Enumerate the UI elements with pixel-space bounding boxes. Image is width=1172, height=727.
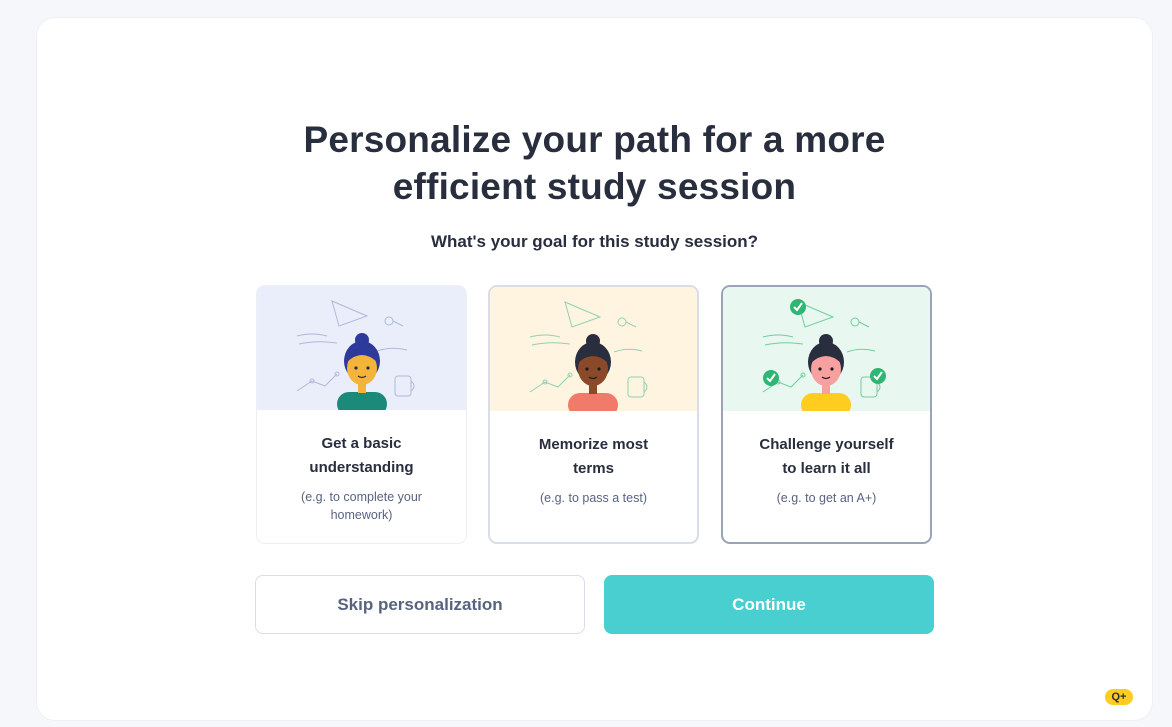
continue-button[interactable]: Continue xyxy=(604,575,934,634)
check-icon xyxy=(763,370,779,386)
student-illustration xyxy=(257,286,466,410)
student-illustration xyxy=(723,287,930,411)
check-icon xyxy=(870,368,886,384)
option-example: (e.g. to complete your homework) xyxy=(271,488,452,524)
goal-option-memorize[interactable]: Memorize most terms (e.g. to pass a test… xyxy=(488,285,699,544)
check-icon xyxy=(790,299,806,315)
option-title-line-2: understanding xyxy=(309,459,414,476)
personalize-modal: Personalize your path for a more efficie… xyxy=(37,18,1152,720)
option-example-line-1: (e.g. to pass a test) xyxy=(540,491,647,505)
option-title-line-2: to learn it all xyxy=(782,460,871,477)
goal-option-challenge[interactable]: Challenge yourself to learn it all (e.g.… xyxy=(721,285,932,544)
option-title-line-2: terms xyxy=(573,460,614,477)
option-example: (e.g. to get an A+) xyxy=(737,489,916,507)
option-example-line-1: (e.g. to get an A+) xyxy=(776,491,877,505)
option-title: Memorize most terms xyxy=(498,433,689,481)
option-title-line-1: Memorize most xyxy=(538,436,649,453)
option-title: Challenge yourself to learn it all xyxy=(731,433,922,481)
option-title-line-1: Challenge yourself xyxy=(759,436,894,453)
goal-question: What's your goal for this study session? xyxy=(430,232,759,251)
title-line-1: Personalize your path for a more xyxy=(303,119,886,160)
option-title: Get a basic understanding xyxy=(265,432,458,480)
option-example: (e.g. to pass a test) xyxy=(504,489,683,507)
option-title-line-1: Get a basic xyxy=(321,435,402,452)
student-illustration xyxy=(490,287,697,411)
quizlet-plus-badge: Q+ xyxy=(1105,689,1133,705)
goal-option-basic[interactable]: Get a basic understanding (e.g. to compl… xyxy=(256,285,467,544)
option-example-line-1: (e.g. to complete your xyxy=(301,490,422,504)
skip-personalization-button[interactable]: Skip personalization xyxy=(255,575,585,634)
page-title: Personalize your path for a more efficie… xyxy=(37,116,1152,210)
option-example-line-2: homework) xyxy=(330,508,393,522)
title-line-2: efficient study session xyxy=(392,166,797,207)
